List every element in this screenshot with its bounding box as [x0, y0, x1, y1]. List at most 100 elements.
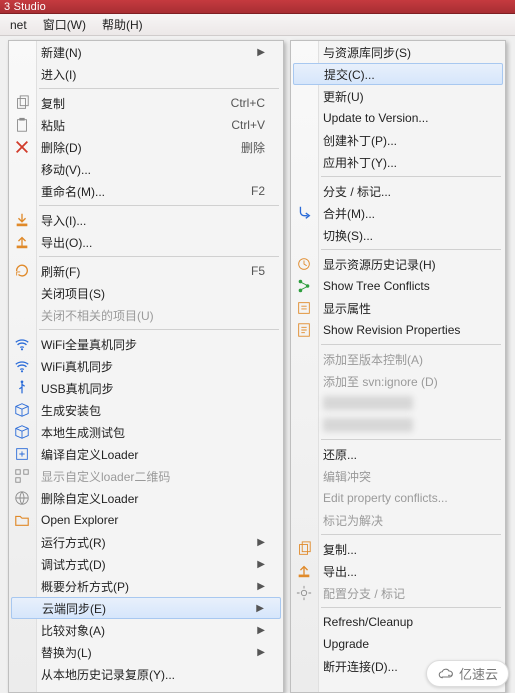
left-menu-item[interactable]: 本地生成测试包 — [9, 421, 283, 443]
left-menu-item[interactable]: 新建(N)▶ — [9, 41, 283, 63]
menu-item-label: 刷新(F) — [41, 263, 80, 280]
right-menu-item[interactable]: 创建补丁(P)... — [291, 129, 505, 151]
menu-item-label: 移动(V)... — [41, 161, 91, 178]
right-menu-item[interactable] — [291, 392, 505, 414]
package-icon — [13, 423, 31, 441]
menu-item-label: 运行方式(R) — [41, 534, 106, 551]
menu-item-label: 标记为解决 — [323, 512, 383, 529]
right-menu-item: 标记为解决 — [291, 509, 505, 531]
menubar-item-net[interactable]: net — [4, 16, 33, 34]
revprops-icon — [295, 321, 313, 339]
right-menu-item[interactable]: Show Revision Properties — [291, 319, 505, 341]
right-menu-item[interactable]: Update to Version... — [291, 107, 505, 129]
right-menu-item[interactable]: 导出... — [291, 560, 505, 582]
wifi-icon — [13, 357, 31, 375]
menu-shortcut: F2 — [251, 184, 265, 198]
right-menu-item[interactable]: 提交(C)... — [293, 63, 503, 85]
right-menu-item: 编辑冲突 — [291, 465, 505, 487]
right-menu-item[interactable]: Refresh/Cleanup — [291, 611, 505, 633]
left-menu-item[interactable]: 关闭项目(S) — [9, 282, 283, 304]
right-menu-item[interactable]: 应用补丁(Y)... — [291, 151, 505, 173]
config-icon — [295, 584, 313, 602]
menu-item-label: 复制... — [323, 541, 357, 558]
menu-item-label: 替换为(L) — [41, 644, 92, 661]
right-menu-item[interactable]: 复制... — [291, 538, 505, 560]
menu-item-label: 比较对象(A) — [41, 622, 105, 639]
left-menu-item[interactable]: 导出(O)... — [9, 231, 283, 253]
menu-item-label: 还原... — [323, 446, 357, 463]
left-menu-item[interactable]: 移动(V)... — [9, 158, 283, 180]
menubar-item-window[interactable]: 窗口(W) — [37, 14, 92, 35]
menu-item-label: WiFi全量真机同步 — [41, 336, 137, 353]
right-menu-item[interactable]: 切换(S)... — [291, 224, 505, 246]
menu-separator — [321, 534, 501, 535]
left-menu-item: 关闭不相关的项目(U) — [9, 304, 283, 326]
left-menu-item[interactable]: 调试方式(D)▶ — [9, 553, 283, 575]
submenu-arrow-icon: ▶ — [256, 603, 264, 614]
left-menu-item[interactable]: WiFi真机同步 — [9, 355, 283, 377]
folder-icon — [13, 511, 31, 529]
right-menu-item[interactable]: 还原... — [291, 443, 505, 465]
left-menu-item[interactable]: 从本地历史记录复原(Y)... — [9, 663, 283, 685]
left-menu-item[interactable]: 删除自定义Loader — [9, 487, 283, 509]
refresh-icon — [13, 262, 31, 280]
left-menu-item[interactable]: 编译自定义Loader — [9, 443, 283, 465]
left-menu-item[interactable]: 运行方式(R)▶ — [9, 531, 283, 553]
right-menu-item: Edit property conflicts... — [291, 487, 505, 509]
menu-item-label: 分支 / 标记... — [323, 183, 391, 200]
menu-separator — [321, 176, 501, 177]
left-menu-item[interactable]: 刷新(F) F5 — [9, 260, 283, 282]
globe-icon — [13, 489, 31, 507]
right-menu-item[interactable]: 显示属性 — [291, 297, 505, 319]
tree-icon — [295, 277, 313, 295]
usb-icon — [13, 379, 31, 397]
left-menu-item[interactable]: USB真机同步 — [9, 377, 283, 399]
menu-separator — [39, 88, 279, 89]
left-menu-item[interactable]: 云端同步(E)▶ — [11, 597, 281, 619]
left-menu-item[interactable]: 生成安装包 — [9, 399, 283, 421]
left-menu-item[interactable]: 复制Ctrl+C — [9, 92, 283, 114]
menu-item-label: 提交(C)... — [324, 66, 375, 83]
properties-icon — [295, 299, 313, 317]
menu-item-label: 复制 — [41, 95, 65, 112]
left-menu-item[interactable]: 替换为(L)▶ — [9, 641, 283, 663]
right-submenu: 与资源库同步(S) 提交(C)... 更新(U)Update to Version.… — [290, 40, 506, 693]
menu-item-label: 删除自定义Loader — [41, 490, 138, 507]
build-icon — [13, 445, 31, 463]
right-menu-item[interactable]: 合并(M)... — [291, 202, 505, 224]
right-menu-item[interactable]: Upgrade — [291, 633, 505, 655]
right-menu-item[interactable]: 显示资源历史记录(H) — [291, 253, 505, 275]
left-menu-item[interactable]: 比较对象(A)▶ — [9, 619, 283, 641]
left-menu-item[interactable]: 粘贴Ctrl+V — [9, 114, 283, 136]
menu-item-label: Refresh/Cleanup — [323, 615, 413, 629]
cloud-icon — [437, 667, 455, 681]
right-menu-item[interactable]: 分支 / 标记... — [291, 180, 505, 202]
left-menu-item[interactable]: 删除(D)删除 — [9, 136, 283, 158]
menu-separator — [321, 439, 501, 440]
watermark: 亿速云 — [426, 660, 509, 687]
right-menu-item[interactable]: 更新(U) — [291, 85, 505, 107]
menu-item-label: 导出... — [323, 563, 357, 580]
menu-item-label: 重命名(M)... — [41, 183, 105, 200]
menu-separator — [39, 256, 279, 257]
left-menu-item[interactable]: WiFi全量真机同步 — [9, 333, 283, 355]
import-icon — [13, 211, 31, 229]
right-menu-item[interactable]: Show Tree Conflicts — [291, 275, 505, 297]
menu-item-label: 进入(I) — [41, 66, 76, 83]
menu-separator — [39, 205, 279, 206]
menu-shortcut: Ctrl+V — [231, 118, 265, 132]
left-menu-item[interactable]: 导入(I)... — [9, 209, 283, 231]
left-menu-item[interactable]: 重命名(M)... F2 — [9, 180, 283, 202]
menubar-item-help[interactable]: 帮助(H) — [96, 14, 149, 35]
right-menu-item[interactable] — [291, 414, 505, 436]
delete-icon — [13, 138, 31, 156]
submenu-arrow-icon: ▶ — [257, 559, 265, 570]
left-menu-item[interactable]: Open Explorer — [9, 509, 283, 531]
left-menu-item[interactable]: 概要分析方式(P)▶ — [9, 575, 283, 597]
left-menu-item[interactable]: 进入(I) — [9, 63, 283, 85]
right-menu-item[interactable]: 与资源库同步(S) — [291, 41, 505, 63]
menu-item-label: 添加至 svn:ignore (D) — [323, 373, 438, 390]
menu-item-label: 导出(O)... — [41, 234, 92, 251]
copy-icon — [295, 540, 313, 558]
menu-shortcut: F5 — [251, 264, 265, 278]
